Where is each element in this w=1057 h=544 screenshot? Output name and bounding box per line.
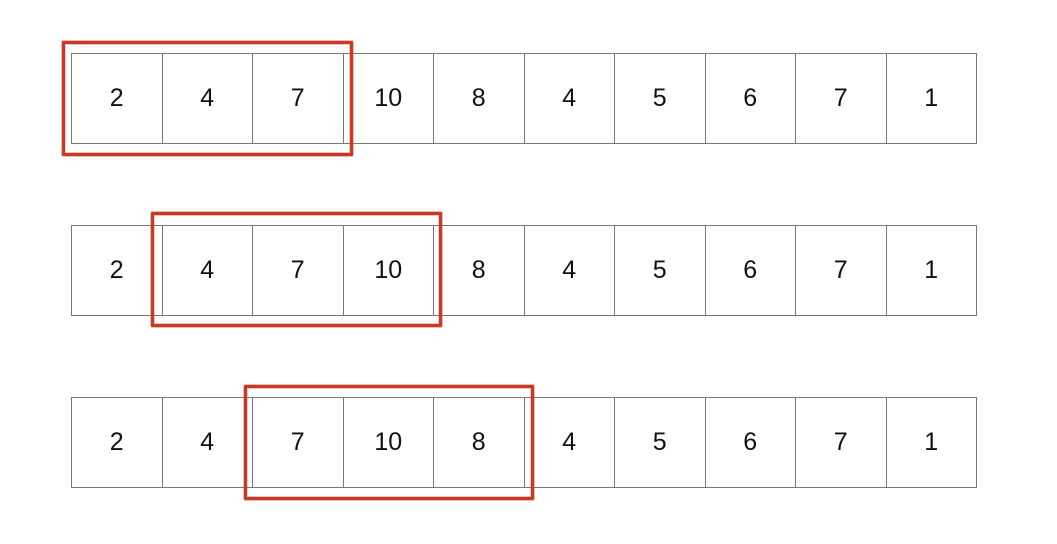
array-cell: 7 [253, 398, 344, 487]
array-cell: 10 [344, 398, 434, 487]
array-cell: 4 [525, 54, 615, 143]
array-cell: 6 [706, 226, 796, 315]
array-cell: 7 [796, 398, 887, 487]
array-cell: 10 [344, 54, 434, 143]
array-cell: 7 [796, 226, 887, 315]
array-cell: 4 [163, 54, 253, 143]
array-row-2: 2 4 7 10 8 4 5 6 7 1 [71, 225, 977, 316]
array-cell: 1 [887, 226, 977, 315]
array-cell: 8 [434, 54, 525, 143]
array-cell: 4 [163, 226, 253, 315]
array-cell: 4 [525, 398, 615, 487]
array-cell: 4 [525, 226, 615, 315]
array-cell: 2 [72, 54, 163, 143]
array-cell: 7 [796, 54, 887, 143]
array-cell: 1 [887, 54, 977, 143]
array-cell: 7 [253, 54, 344, 143]
array-cell: 8 [434, 226, 525, 315]
array-row-1: 2 4 7 10 8 4 5 6 7 1 [71, 53, 977, 144]
array-cell: 5 [615, 226, 706, 315]
array-cell: 10 [344, 226, 434, 315]
array-cell: 4 [163, 398, 253, 487]
array-cell: 8 [434, 398, 525, 487]
array-cell: 6 [706, 54, 796, 143]
array-cell: 7 [253, 226, 344, 315]
array-row-3: 2 4 7 10 8 4 5 6 7 1 [71, 397, 977, 488]
array-cell: 2 [72, 398, 163, 487]
array-cell: 1 [887, 398, 977, 487]
array-cell: 5 [615, 54, 706, 143]
array-cell: 2 [72, 226, 163, 315]
array-cell: 5 [615, 398, 706, 487]
array-cell: 6 [706, 398, 796, 487]
